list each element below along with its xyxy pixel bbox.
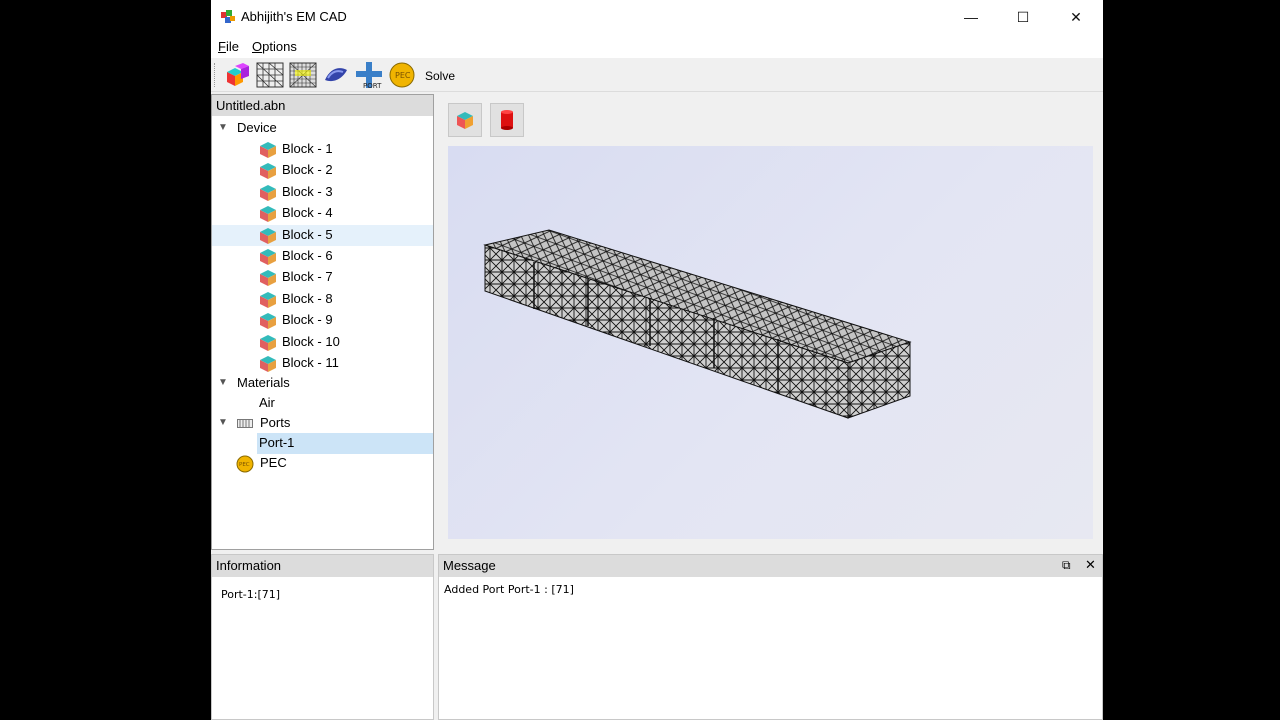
app-window: Abhijith's EM CAD — ☐ ✕ File Options POR…	[211, 0, 1103, 720]
tree-label: Block - 3	[282, 183, 333, 199]
tree-label: Block - 1	[282, 141, 333, 156]
message-header: Message	[439, 555, 1102, 577]
tree-label: Materials	[237, 375, 290, 390]
tree-node-block[interactable]: Block - 6	[212, 246, 433, 267]
tree-node-block[interactable]: Block - 4	[212, 203, 433, 224]
close-icon: ✕	[1070, 8, 1082, 25]
tree-node-air[interactable]: Air	[212, 393, 433, 414]
tree-node-materials[interactable]: ▼ Materials	[212, 373, 433, 394]
block-icon	[259, 205, 277, 223]
ports-icon	[237, 419, 253, 428]
information-content: Port-1:[71]	[221, 588, 281, 601]
tree-node-pec[interactable]: PEC PEC	[212, 453, 433, 474]
cylinder-icon	[501, 110, 513, 130]
menu-bar: File Options	[211, 34, 1103, 58]
tree-label: Block - 8	[282, 290, 333, 306]
tree-node-block[interactable]: Block - 7	[212, 267, 433, 288]
tree-label: Port-1	[259, 435, 295, 450]
information-panel: Information Port-1:[71]	[211, 554, 434, 720]
tree-node-block[interactable]: Block - 1	[212, 139, 433, 160]
solve-button[interactable]: Solve	[425, 69, 455, 83]
3d-viewport	[434, 94, 1103, 550]
tree-label: Block - 9	[282, 312, 333, 328]
chevron-down-icon[interactable]: ▼	[218, 377, 228, 388]
tree-node-block[interactable]: Block - 2	[212, 160, 433, 181]
block-icon	[259, 227, 277, 245]
shape-button[interactable]	[321, 61, 351, 89]
shape-icon	[325, 68, 347, 82]
mesh-canvas[interactable]	[448, 146, 1093, 539]
message-panel: Message ⧉ ✕ Added Port Port-1 : [71]	[438, 554, 1103, 720]
tree-label: Block - 5	[282, 226, 333, 242]
tree-node-block[interactable]: Block - 11	[212, 353, 433, 374]
block-icon	[259, 269, 277, 287]
refine-mesh-icon	[289, 62, 317, 88]
pec-icon: PEC	[236, 455, 254, 473]
toolbar: PORT PEC Solve	[211, 58, 1103, 92]
pec-icon: PEC	[389, 62, 415, 88]
close-button[interactable]: ✕	[1050, 0, 1102, 34]
block-icon	[259, 141, 277, 159]
title-bar: Abhijith's EM CAD — ☐ ✕	[211, 0, 1103, 34]
app-logo-icon	[221, 10, 235, 23]
block-icon	[259, 248, 277, 266]
block-icon	[457, 112, 473, 129]
view-block-button[interactable]	[448, 103, 482, 137]
maximize-icon: ☐	[1016, 8, 1030, 25]
add-block-button[interactable]	[222, 61, 252, 89]
tree-node-block[interactable]: Block - 9	[212, 310, 433, 331]
add-port-button[interactable]: PORT	[354, 61, 384, 89]
block-icon	[259, 355, 277, 373]
tree-label: Block - 11	[282, 355, 339, 370]
minimize-icon: —	[964, 9, 978, 25]
block-icon	[259, 334, 277, 352]
tree-label: Block - 7	[282, 269, 333, 285]
minimize-button[interactable]: —	[945, 0, 997, 34]
mesh-icon	[256, 62, 284, 88]
tree-label: Block - 6	[282, 248, 333, 263]
maximize-button[interactable]: ☐	[997, 0, 1049, 34]
window-title: Abhijith's EM CAD	[241, 9, 347, 24]
mesh-model[interactable]	[448, 146, 1093, 539]
information-header: Information	[212, 555, 433, 577]
tree-node-device[interactable]: ▼ Device	[212, 118, 433, 139]
block-icon	[259, 184, 277, 202]
tree-label: Ports	[260, 415, 291, 430]
tree-label: PEC	[260, 455, 287, 470]
block-icon	[227, 63, 249, 86]
chevron-down-icon[interactable]: ▼	[218, 122, 228, 133]
message-content: Added Port Port-1 : [71]	[444, 583, 574, 596]
tree-label: Air	[259, 395, 275, 410]
chevron-down-icon[interactable]: ▼	[218, 417, 228, 428]
float-panel-icon[interactable]: ⧉	[1062, 558, 1071, 573]
tree-node-block[interactable]: Block - 8	[212, 289, 433, 310]
pec-button[interactable]: PEC	[387, 61, 417, 89]
close-panel-icon[interactable]: ✕	[1085, 557, 1096, 573]
menu-options[interactable]: Options	[252, 39, 297, 54]
mesh-button[interactable]	[255, 61, 285, 89]
menu-file[interactable]: File	[218, 39, 239, 54]
tree-node-block[interactable]: Block - 3	[212, 182, 433, 203]
view-cylinder-button[interactable]	[490, 103, 524, 137]
tree-label: Block - 2	[282, 162, 333, 178]
block-icon	[259, 312, 277, 330]
tree-label: Block - 10	[282, 333, 340, 349]
message-title: Message	[443, 558, 496, 573]
tree-label: Device	[237, 120, 277, 135]
toolbar-grip	[214, 63, 217, 87]
tree-node-block[interactable]: Block - 5	[212, 224, 433, 246]
tree-node-port-1[interactable]: Port-1	[257, 433, 433, 454]
block-icon	[259, 291, 277, 309]
svg-text:PORT: PORT	[363, 82, 382, 89]
svg-text:PEC: PEC	[395, 71, 411, 80]
project-tree: Untitled.abn ▼ Device Block - 1 Block - 2…	[211, 94, 434, 550]
refine-mesh-button[interactable]	[288, 61, 318, 89]
tree-label: Block - 4	[282, 205, 333, 221]
tree-node-ports[interactable]: ▼ Ports	[212, 413, 433, 434]
svg-text:PEC: PEC	[239, 462, 250, 468]
tree-node-block[interactable]: Block - 10	[212, 332, 433, 353]
tree-header: Untitled.abn	[212, 95, 433, 116]
port-icon: PORT	[356, 62, 382, 89]
block-icon	[259, 162, 277, 180]
